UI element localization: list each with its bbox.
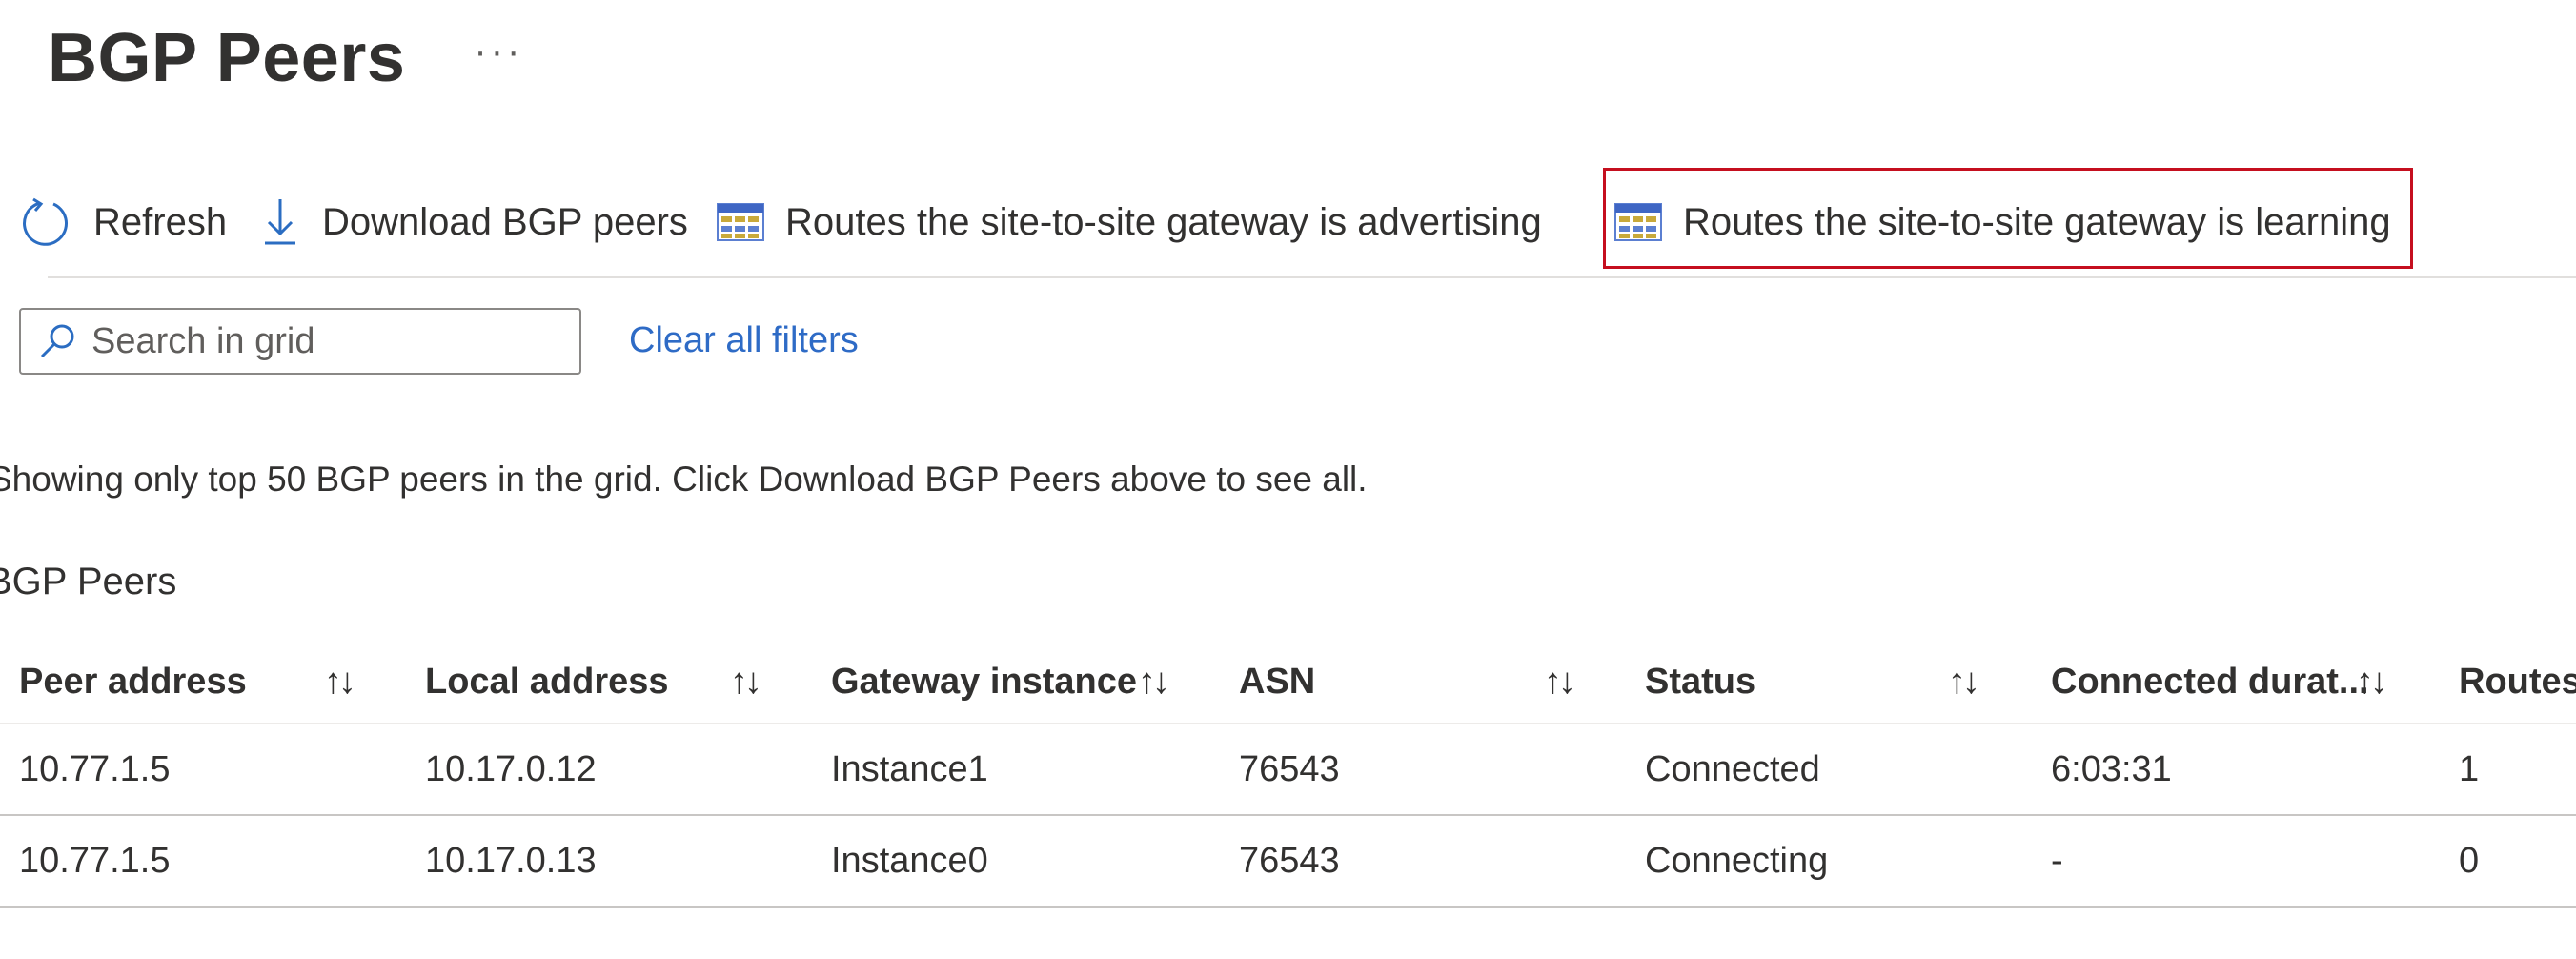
table-row[interactable]: 10.77.1.5 10.17.0.12 Instance1 76543 Con… <box>0 724 2576 816</box>
grid-title: BGP Peers <box>0 561 177 602</box>
routes-cell: 0 <box>2459 840 2480 881</box>
asn-cell: 76543 <box>1239 840 1340 881</box>
routes-advertising-button[interactable]: Routes the site-to-site gateway is adver… <box>717 196 1542 248</box>
connected-duration-cell: 6:03:31 <box>2051 748 2172 789</box>
download-icon <box>259 195 301 249</box>
refresh-icon <box>19 195 72 249</box>
column-header-gateway-instance[interactable]: Gateway instance <box>831 641 1137 723</box>
routes-learning-button[interactable]: Routes the site-to-site gateway is learn… <box>1614 196 2391 248</box>
asn-cell: 76543 <box>1239 748 1340 789</box>
search-icon <box>38 322 76 360</box>
status-cell: Connected <box>1645 748 1820 789</box>
column-header-peer-address[interactable]: Peer address <box>19 641 247 723</box>
page-title: BGP Peers <box>48 20 406 96</box>
gateway-instance-cell: Instance1 <box>831 748 988 789</box>
status-cell: Connecting <box>1645 840 1829 881</box>
sort-icon[interactable]: ↑↓ <box>324 641 356 723</box>
page-header: BGP Peers ··· <box>48 15 523 101</box>
connected-duration-cell: - <box>2051 840 2063 881</box>
refresh-button[interactable]: Refresh <box>19 196 227 248</box>
sort-icon[interactable]: ↑↓ <box>1948 641 1980 723</box>
gateway-instance-cell: Instance0 <box>831 840 988 881</box>
column-header-asn[interactable]: ASN <box>1239 641 1315 723</box>
table-icon <box>717 203 764 241</box>
local-address-cell: 10.17.0.13 <box>425 840 597 881</box>
grid-header-row: Peer address ↑↓ Local address ↑↓ Gateway… <box>0 641 2576 724</box>
routes-learning-label: Routes the site-to-site gateway is learn… <box>1683 200 2391 243</box>
column-header-connected-duration[interactable]: Connected durat... <box>2051 641 2369 723</box>
column-header-local-address[interactable]: Local address <box>425 641 669 723</box>
bgp-peers-grid: Peer address ↑↓ Local address ↑↓ Gateway… <box>0 641 2576 908</box>
peer-address-cell: 10.77.1.5 <box>19 840 171 881</box>
search-input[interactable] <box>90 319 551 363</box>
local-address-cell: 10.17.0.12 <box>425 748 597 789</box>
sort-icon[interactable]: ↑↓ <box>1544 641 1576 723</box>
peer-address-cell: 10.77.1.5 <box>19 748 171 789</box>
search-box[interactable] <box>19 308 581 375</box>
column-header-routes[interactable]: Routes <box>2459 641 2576 723</box>
routes-advertising-label: Routes the site-to-site gateway is adver… <box>785 200 1542 243</box>
info-message: Showing only top 50 BGP peers in the gri… <box>0 459 1368 499</box>
sort-icon[interactable]: ↑↓ <box>2356 641 2388 723</box>
routes-cell: 1 <box>2459 748 2480 789</box>
sort-icon[interactable]: ↑↓ <box>1138 641 1170 723</box>
refresh-label: Refresh <box>93 200 228 243</box>
clear-all-filters-link[interactable]: Clear all filters <box>629 320 859 361</box>
column-header-status[interactable]: Status <box>1645 641 1755 723</box>
download-label: Download BGP peers <box>322 200 688 243</box>
more-options-button[interactable]: ··· <box>474 31 523 73</box>
table-row[interactable]: 10.77.1.5 10.17.0.13 Instance0 76543 Con… <box>0 816 2576 908</box>
sort-icon[interactable]: ↑↓ <box>730 641 762 723</box>
table-icon <box>1614 203 1662 241</box>
download-bgp-peers-button[interactable]: Download BGP peers <box>259 196 688 248</box>
